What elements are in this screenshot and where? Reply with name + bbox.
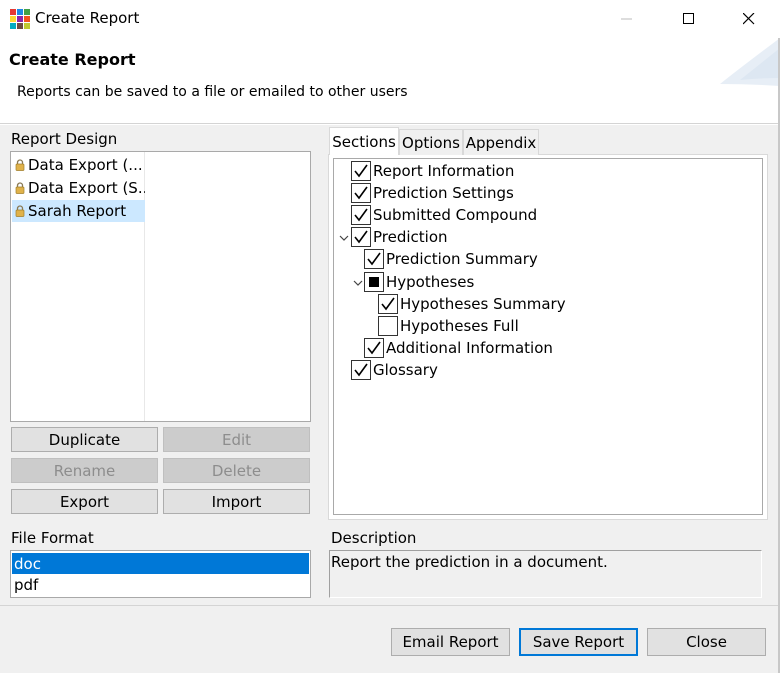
- list-item-label: Data Export (S...: [28, 179, 145, 197]
- format-option-pdf[interactable]: pdf: [12, 574, 309, 595]
- delete-button[interactable]: Delete: [163, 458, 310, 483]
- tree-item[interactable]: Hypotheses Full: [378, 315, 519, 337]
- export-button[interactable]: Export: [11, 489, 158, 514]
- tree-item-label: Hypotheses Full: [400, 317, 519, 335]
- checkbox-checked[interactable]: [351, 360, 371, 380]
- tree-item[interactable]: Hypotheses Summary: [378, 293, 566, 315]
- lock-icon: [15, 159, 25, 171]
- checkbox-checked[interactable]: [351, 205, 371, 225]
- window-title: Create Report: [35, 9, 140, 27]
- save-report-button[interactable]: Save Report: [519, 628, 638, 656]
- close-button[interactable]: Close: [647, 628, 766, 656]
- header-subtitle: Reports can be saved to a file or emaile…: [17, 84, 408, 100]
- file-format-list[interactable]: doc pdf: [10, 550, 311, 598]
- list-item-selected[interactable]: Sarah Report: [12, 200, 145, 222]
- report-design-list[interactable]: Data Export (... Data Export (S... Sarah…: [10, 151, 311, 422]
- lock-icon: [15, 182, 25, 194]
- minimize-icon: [621, 18, 632, 20]
- dialog-header: Create Report Reports can be saved to a …: [0, 38, 780, 124]
- description-label: Description: [331, 529, 417, 547]
- sections-tree[interactable]: Report Information Prediction Settings S…: [333, 158, 763, 515]
- list-item-label: Sarah Report: [28, 202, 127, 220]
- close-window-button[interactable]: [718, 0, 780, 38]
- rename-button[interactable]: Rename: [11, 458, 158, 483]
- checkbox-checked[interactable]: [364, 249, 384, 269]
- tree-item[interactable]: Glossary: [351, 359, 438, 381]
- tree-item[interactable]: Prediction: [351, 226, 448, 248]
- tree-item[interactable]: Additional Information: [364, 337, 553, 359]
- checkbox-checked[interactable]: [351, 161, 371, 181]
- checkbox-checked[interactable]: [364, 338, 384, 358]
- report-design-label: Report Design: [11, 130, 118, 148]
- tree-item-label: Prediction Settings: [373, 184, 514, 202]
- edit-button[interactable]: Edit: [163, 427, 310, 452]
- tree-item-label: Hypotheses: [386, 273, 475, 291]
- checkmark-icon: [354, 186, 368, 200]
- header-decoration-icon: [720, 38, 780, 86]
- indeterminate-square-icon: [369, 277, 379, 287]
- tab-options[interactable]: Options: [399, 129, 463, 155]
- list-item-label: Data Export (...: [28, 156, 143, 174]
- list-item[interactable]: Data Export (...: [12, 154, 145, 176]
- tree-item[interactable]: Submitted Compound: [351, 204, 537, 226]
- tree-item-label: Prediction: [373, 228, 448, 246]
- checkmark-icon: [354, 230, 368, 244]
- app-grid-icon: [10, 9, 30, 29]
- checkmark-icon: [367, 341, 381, 355]
- title-bar: Create Report: [0, 0, 780, 38]
- tree-item[interactable]: Prediction Summary: [364, 248, 538, 270]
- checkmark-icon: [354, 363, 368, 377]
- tree-item[interactable]: Report Information: [351, 160, 514, 182]
- tab-sections[interactable]: Sections: [329, 127, 399, 155]
- import-button[interactable]: Import: [163, 489, 310, 514]
- lock-icon: [15, 205, 25, 217]
- tree-item-label: Hypotheses Summary: [400, 295, 566, 313]
- description-text: Report the prediction in a document.: [329, 550, 762, 598]
- chevron-down-icon[interactable]: [353, 279, 363, 287]
- file-format-label: File Format: [11, 529, 94, 547]
- tree-item-label: Additional Information: [386, 339, 553, 357]
- chevron-down-icon[interactable]: [339, 234, 349, 242]
- maximize-icon: [683, 13, 694, 24]
- header-title: Create Report: [9, 50, 136, 69]
- minimize-button[interactable]: [596, 0, 658, 38]
- tree-item[interactable]: Prediction Settings: [351, 182, 514, 204]
- checkmark-icon: [354, 164, 368, 178]
- checkbox-partial[interactable]: [364, 272, 384, 292]
- close-icon: [743, 13, 755, 25]
- format-option-doc[interactable]: doc: [12, 553, 309, 574]
- checkmark-icon: [354, 208, 368, 222]
- tree-item-label: Report Information: [373, 162, 515, 180]
- list-item[interactable]: Data Export (S...: [12, 177, 145, 199]
- checkmark-icon: [381, 297, 395, 311]
- tab-appendix[interactable]: Appendix: [463, 129, 539, 155]
- tree-item-label: Prediction Summary: [386, 250, 538, 268]
- checkmark-icon: [367, 252, 381, 266]
- checkbox-checked[interactable]: [378, 294, 398, 314]
- tree-item-label: Glossary: [373, 361, 438, 379]
- duplicate-button[interactable]: Duplicate: [11, 427, 158, 452]
- maximize-button[interactable]: [658, 0, 720, 38]
- checkbox-checked[interactable]: [351, 183, 371, 203]
- tree-item[interactable]: Hypotheses: [364, 271, 474, 293]
- checkbox-checked[interactable]: [351, 227, 371, 247]
- tree-item-label: Submitted Compound: [373, 206, 538, 224]
- checkbox-unchecked[interactable]: [378, 316, 398, 336]
- email-report-button[interactable]: Email Report: [391, 628, 510, 656]
